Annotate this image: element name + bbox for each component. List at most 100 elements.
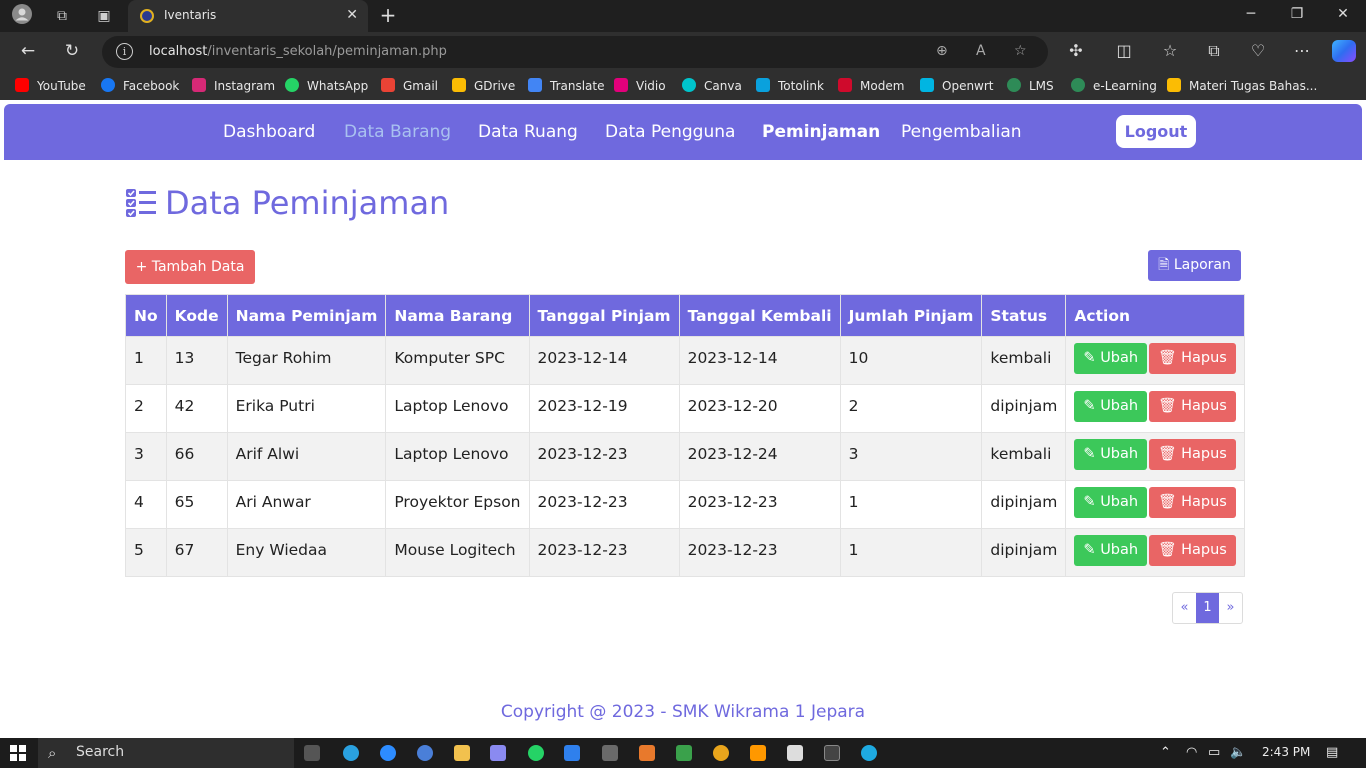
trash-icon: 🗑	[1158, 542, 1177, 558]
whatsapp-icon	[285, 78, 299, 92]
trash-icon: 🗑	[1158, 494, 1177, 510]
bookmark-elearning[interactable]: e-Learning	[1071, 77, 1157, 95]
bookmark-translate[interactable]: Translate	[528, 77, 605, 95]
bookmark-gdrive[interactable]: GDrive	[452, 77, 515, 95]
bookmark-gmail[interactable]: Gmail	[381, 77, 438, 95]
tab-close-icon[interactable]: ✕	[346, 7, 358, 23]
read-aloud-icon[interactable]: A	[976, 43, 986, 59]
cell-status: dipinjam	[981, 384, 1067, 433]
edit-button[interactable]: ✎ Ubah	[1074, 535, 1148, 566]
col-header-action: Action	[1065, 294, 1245, 337]
minimize-button[interactable]: ─	[1236, 6, 1266, 22]
close-window-button[interactable]: ✕	[1328, 6, 1358, 22]
terminal-icon[interactable]	[824, 745, 840, 761]
cell-status: dipinjam	[981, 528, 1067, 577]
bookmark-modem[interactable]: Modem	[838, 77, 904, 95]
delete-button[interactable]: 🗑 Hapus	[1149, 343, 1236, 374]
back-button[interactable]: ←	[16, 41, 40, 61]
copilot-icon[interactable]	[1332, 40, 1356, 62]
bookmark-totolink[interactable]: Totolink	[756, 77, 824, 95]
store-icon[interactable]	[490, 745, 506, 761]
url-text[interactable]: localhost/inventaris_sekolah/peminjaman.…	[149, 44, 447, 59]
delete-button[interactable]: 🗑 Hapus	[1149, 439, 1236, 470]
favorites-icon[interactable]: ☆	[1158, 41, 1182, 60]
file-explorer-icon[interactable]	[454, 745, 470, 761]
add-data-button[interactable]: + Tambah Data	[125, 250, 255, 284]
pagination-next[interactable]: »	[1219, 593, 1242, 623]
workspaces-icon[interactable]: ⧉	[48, 4, 76, 28]
zoom-app-icon[interactable]	[380, 745, 396, 761]
favorite-star-icon[interactable]: ☆	[1014, 43, 1027, 59]
bookmark-youtube[interactable]: YouTube	[15, 77, 86, 95]
notification-icon[interactable]: ▤	[1326, 745, 1338, 760]
delete-button[interactable]: 🗑 Hapus	[1149, 535, 1236, 566]
sublime-icon[interactable]	[750, 745, 766, 761]
taskbar-search[interactable]: ⌕ Search	[38, 738, 294, 768]
report-button[interactable]: 🗎 Laporan	[1148, 250, 1241, 281]
bookmark-instagram[interactable]: Instagram	[192, 77, 275, 95]
delete-button[interactable]: 🗑 Hapus	[1149, 391, 1236, 422]
vscode-icon[interactable]	[564, 745, 580, 761]
logout-button[interactable]: Logout	[1116, 115, 1196, 148]
col-header-jumlah-pinjam: Jumlah Pinjam	[839, 294, 983, 337]
edit-button[interactable]: ✎ Ubah	[1074, 391, 1148, 422]
youtube-icon	[15, 78, 29, 92]
cell-nama-peminjam: Eny Wiedaa	[226, 528, 387, 577]
col-header-status: Status	[981, 294, 1067, 337]
edit-button[interactable]: ✎ Ubah	[1074, 439, 1148, 470]
collections-icon[interactable]: ⧉	[1202, 41, 1226, 61]
pagination-page-1[interactable]: 1	[1196, 593, 1219, 623]
telegram-icon[interactable]	[343, 745, 359, 761]
bookmark-materi[interactable]: Materi Tugas Bahas...	[1167, 77, 1317, 95]
spreadsheet-icon[interactable]	[676, 745, 692, 761]
zoom-icon[interactable]: ⊕	[936, 43, 948, 59]
more-menu-icon[interactable]: ⋯	[1290, 41, 1314, 60]
xampp-icon[interactable]	[639, 745, 655, 761]
nav-data-pengguna[interactable]: Data Pengguna	[605, 122, 735, 142]
whatsapp-app-icon[interactable]	[528, 745, 544, 761]
cell-tanggal-kembali: 2023-12-24	[678, 432, 841, 481]
browser-tab-active[interactable]: Iventaris ✕	[128, 0, 368, 32]
chrome-icon[interactable]	[713, 745, 729, 761]
app-icon[interactable]	[417, 745, 433, 761]
restore-button[interactable]: ❐	[1282, 6, 1312, 22]
edge-icon[interactable]	[861, 745, 877, 761]
nav-dashboard[interactable]: Dashboard	[223, 122, 315, 142]
wifi-icon[interactable]: ◠	[1186, 745, 1197, 760]
site-info-icon[interactable]: i	[116, 43, 133, 60]
bookmark-lms[interactable]: LMS	[1007, 77, 1054, 95]
nav-data-barang[interactable]: Data Barang	[344, 122, 451, 142]
task-view-icon[interactable]	[304, 745, 320, 761]
battery-icon[interactable]: ▭	[1208, 745, 1220, 760]
refresh-button[interactable]: ↻	[60, 41, 84, 61]
edit-button[interactable]: ✎ Ubah	[1074, 487, 1148, 518]
network-app-icon[interactable]	[602, 745, 618, 761]
nav-pengembalian[interactable]: Pengembalian	[901, 122, 1022, 142]
bookmark-openwrt[interactable]: Openwrt	[920, 77, 994, 95]
bookmark-facebook[interactable]: Facebook	[101, 77, 179, 95]
profile-icon[interactable]	[8, 4, 36, 28]
security-icon[interactable]	[787, 745, 803, 761]
bookmark-vidio[interactable]: Vidio	[614, 77, 666, 95]
windows-start-icon[interactable]	[10, 745, 26, 761]
address-bar[interactable]: i localhost/inventaris_sekolah/peminjama…	[102, 36, 1048, 68]
extensions-icon[interactable]: ✣	[1064, 41, 1088, 60]
clock-time[interactable]: 2:43 PM	[1262, 745, 1310, 759]
volume-icon[interactable]: 🔈	[1230, 745, 1246, 760]
trash-icon: 🗑	[1158, 398, 1177, 414]
bookmark-canva[interactable]: Canva	[682, 77, 742, 95]
performance-icon[interactable]: ♡	[1246, 41, 1270, 60]
chevron-up-icon[interactable]: ⌃	[1160, 745, 1171, 760]
tab-actions-icon[interactable]: ▣	[90, 4, 118, 28]
cell-tanggal-pinjam: 2023-12-23	[528, 480, 680, 529]
nav-data-ruang[interactable]: Data Ruang	[478, 122, 578, 142]
delete-button[interactable]: 🗑 Hapus	[1149, 487, 1236, 518]
table-row: 3 66 Arif Alwi Laptop Lenovo 2023-12-23 2023-…	[125, 432, 1245, 481]
nav-peminjaman[interactable]: Peminjaman	[762, 122, 880, 142]
new-tab-button[interactable]: +	[376, 4, 400, 28]
translate-icon	[528, 78, 542, 92]
edit-button[interactable]: ✎ Ubah	[1074, 343, 1148, 374]
bookmark-whatsapp[interactable]: WhatsApp	[285, 77, 368, 95]
pagination-prev[interactable]: «	[1173, 593, 1196, 623]
split-screen-icon[interactable]: ◫	[1112, 41, 1136, 60]
